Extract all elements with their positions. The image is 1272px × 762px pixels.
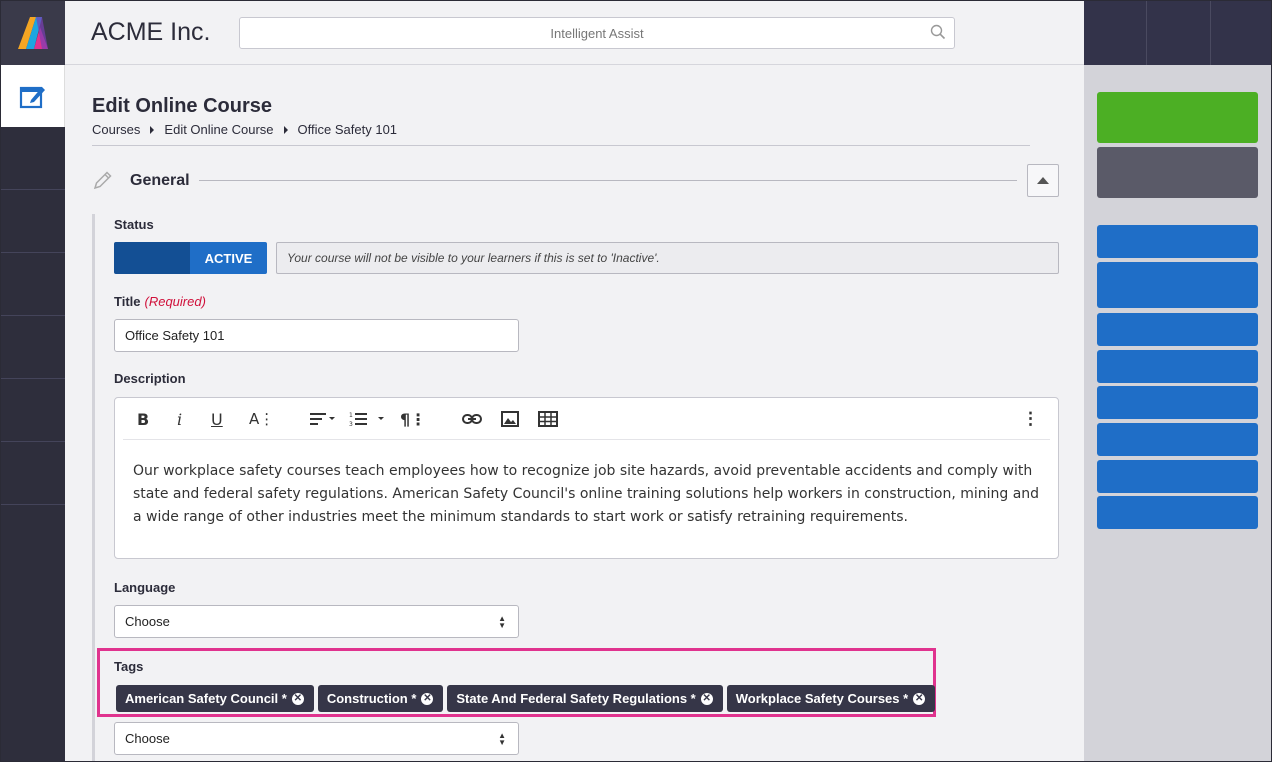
- select-arrows-icon: ▲ ▼: [498, 731, 506, 747]
- header-action[interactable]: [1146, 1, 1209, 65]
- action-button[interactable]: [1097, 423, 1258, 456]
- company-name: ACME Inc.: [91, 18, 211, 46]
- nav-item[interactable]: [1, 190, 65, 253]
- tag-label: State And Federal Safety Regulations *: [456, 691, 696, 706]
- tags-label: Tags: [114, 659, 144, 674]
- image-icon[interactable]: [501, 409, 519, 429]
- header-action[interactable]: [1209, 1, 1271, 65]
- remove-tag-icon[interactable]: ✕: [421, 692, 434, 705]
- status-label: Status: [114, 217, 154, 232]
- tag-chip[interactable]: American Safety Council * ✕: [116, 685, 314, 712]
- edit-course-icon: [19, 86, 45, 109]
- search-icon[interactable]: [930, 24, 946, 40]
- language-select-value: Choose: [125, 614, 170, 629]
- select-arrows-icon: ▲ ▼: [498, 614, 506, 630]
- svg-text:3: 3: [349, 421, 353, 427]
- nav-item[interactable]: [1, 253, 65, 316]
- breadcrumb-edit-course[interactable]: Edit Online Course: [164, 122, 273, 137]
- status-hint: Your course will not be visible to your …: [276, 242, 1059, 274]
- svg-text:1: 1: [349, 412, 353, 419]
- title-label-text: Title: [114, 294, 141, 309]
- breadcrumb-separator-icon: [150, 125, 155, 134]
- tag-label: American Safety Council *: [125, 691, 287, 706]
- tag-chip[interactable]: State And Federal Safety Regulations * ✕: [447, 685, 723, 712]
- paragraph-icon[interactable]: ¶⋮: [400, 409, 426, 429]
- editor-toolbar: B i U A⋮ 13 ¶⋮ ⋮: [123, 398, 1050, 440]
- title-label: Title (Required): [114, 294, 206, 309]
- save-button[interactable]: [1097, 92, 1258, 143]
- underline-icon[interactable]: U: [211, 409, 223, 429]
- breadcrumb: Courses Edit Online Course Office Safety…: [92, 122, 397, 137]
- section-divider: [199, 180, 1017, 181]
- link-icon[interactable]: [462, 409, 482, 429]
- list-icon[interactable]: 13: [349, 409, 387, 429]
- main-content: Edit Online Course Courses Edit Online C…: [65, 65, 1084, 761]
- description-editor[interactable]: B i U A⋮ 13 ¶⋮ ⋮ Our workplace safety co…: [114, 397, 1059, 559]
- toggle-active-label: ACTIVE: [190, 242, 267, 274]
- collapse-button[interactable]: [1027, 164, 1059, 197]
- toggle-track: [114, 242, 190, 274]
- left-nav: [1, 1, 65, 761]
- nav-item-courses[interactable]: [1, 65, 65, 127]
- nav-item[interactable]: [1, 316, 65, 379]
- section-border: [92, 214, 95, 761]
- tag-chip[interactable]: Construction * ✕: [317, 685, 444, 712]
- action-button[interactable]: [1097, 313, 1258, 346]
- action-button[interactable]: [1097, 350, 1258, 383]
- table-icon[interactable]: [538, 409, 558, 429]
- app-window: ACME Inc. Intelligent Assist Edit Online…: [0, 0, 1272, 762]
- right-action-panel: [1084, 65, 1271, 761]
- nav-item[interactable]: [1, 379, 65, 442]
- top-header: ACME Inc. Intelligent Assist: [65, 1, 1084, 65]
- action-button[interactable]: [1097, 386, 1258, 419]
- action-button[interactable]: [1097, 460, 1258, 493]
- language-label: Language: [114, 580, 176, 595]
- remove-tag-icon[interactable]: ✕: [700, 692, 713, 705]
- italic-icon[interactable]: i: [177, 409, 182, 429]
- tag-list: American Safety Council * ✕ Construction…: [116, 685, 939, 712]
- more-options-icon[interactable]: ⋮: [1022, 409, 1039, 429]
- tag-chip[interactable]: Workplace Safety Courses * ✕: [726, 685, 936, 712]
- bold-icon[interactable]: B: [137, 409, 149, 429]
- action-button[interactable]: [1097, 262, 1258, 308]
- remove-tag-icon[interactable]: ✕: [291, 692, 304, 705]
- breadcrumb-courses[interactable]: Courses: [92, 122, 140, 137]
- pencil-icon: [93, 171, 112, 190]
- required-indicator: (Required): [144, 294, 206, 309]
- tags-select[interactable]: Choose ▲ ▼: [114, 722, 519, 755]
- nav-item[interactable]: [1, 442, 65, 505]
- cancel-button[interactable]: [1097, 147, 1258, 198]
- logo[interactable]: [1, 1, 65, 65]
- action-button[interactable]: [1097, 496, 1258, 529]
- tag-label: Construction *: [326, 691, 417, 706]
- align-icon[interactable]: [309, 409, 337, 429]
- header-action[interactable]: [1084, 1, 1146, 65]
- description-label: Description: [114, 371, 186, 386]
- divider: [92, 145, 1030, 146]
- font-size-icon[interactable]: A⋮: [249, 409, 274, 429]
- acme-logo-icon: [18, 17, 48, 49]
- header-actions: [1084, 1, 1271, 65]
- breadcrumb-current: Office Safety 101: [297, 122, 398, 137]
- remove-tag-icon[interactable]: ✕: [913, 692, 926, 705]
- section-title: General: [130, 172, 190, 189]
- action-button[interactable]: [1097, 225, 1258, 258]
- language-select[interactable]: Choose ▲ ▼: [114, 605, 519, 638]
- tags-select-value: Choose: [125, 731, 170, 746]
- breadcrumb-separator-icon: [283, 125, 288, 134]
- nav-item[interactable]: [1, 127, 65, 190]
- search-placeholder: Intelligent Assist: [550, 26, 644, 41]
- chevron-up-icon: [1037, 177, 1049, 184]
- status-toggle[interactable]: ACTIVE: [114, 242, 267, 274]
- search-input[interactable]: Intelligent Assist: [239, 17, 955, 49]
- page-title: Edit Online Course: [92, 95, 273, 117]
- description-text[interactable]: Our workplace safety courses teach emplo…: [133, 460, 1043, 529]
- title-field[interactable]: Office Safety 101: [114, 319, 519, 352]
- tag-label: Workplace Safety Courses *: [735, 691, 909, 706]
